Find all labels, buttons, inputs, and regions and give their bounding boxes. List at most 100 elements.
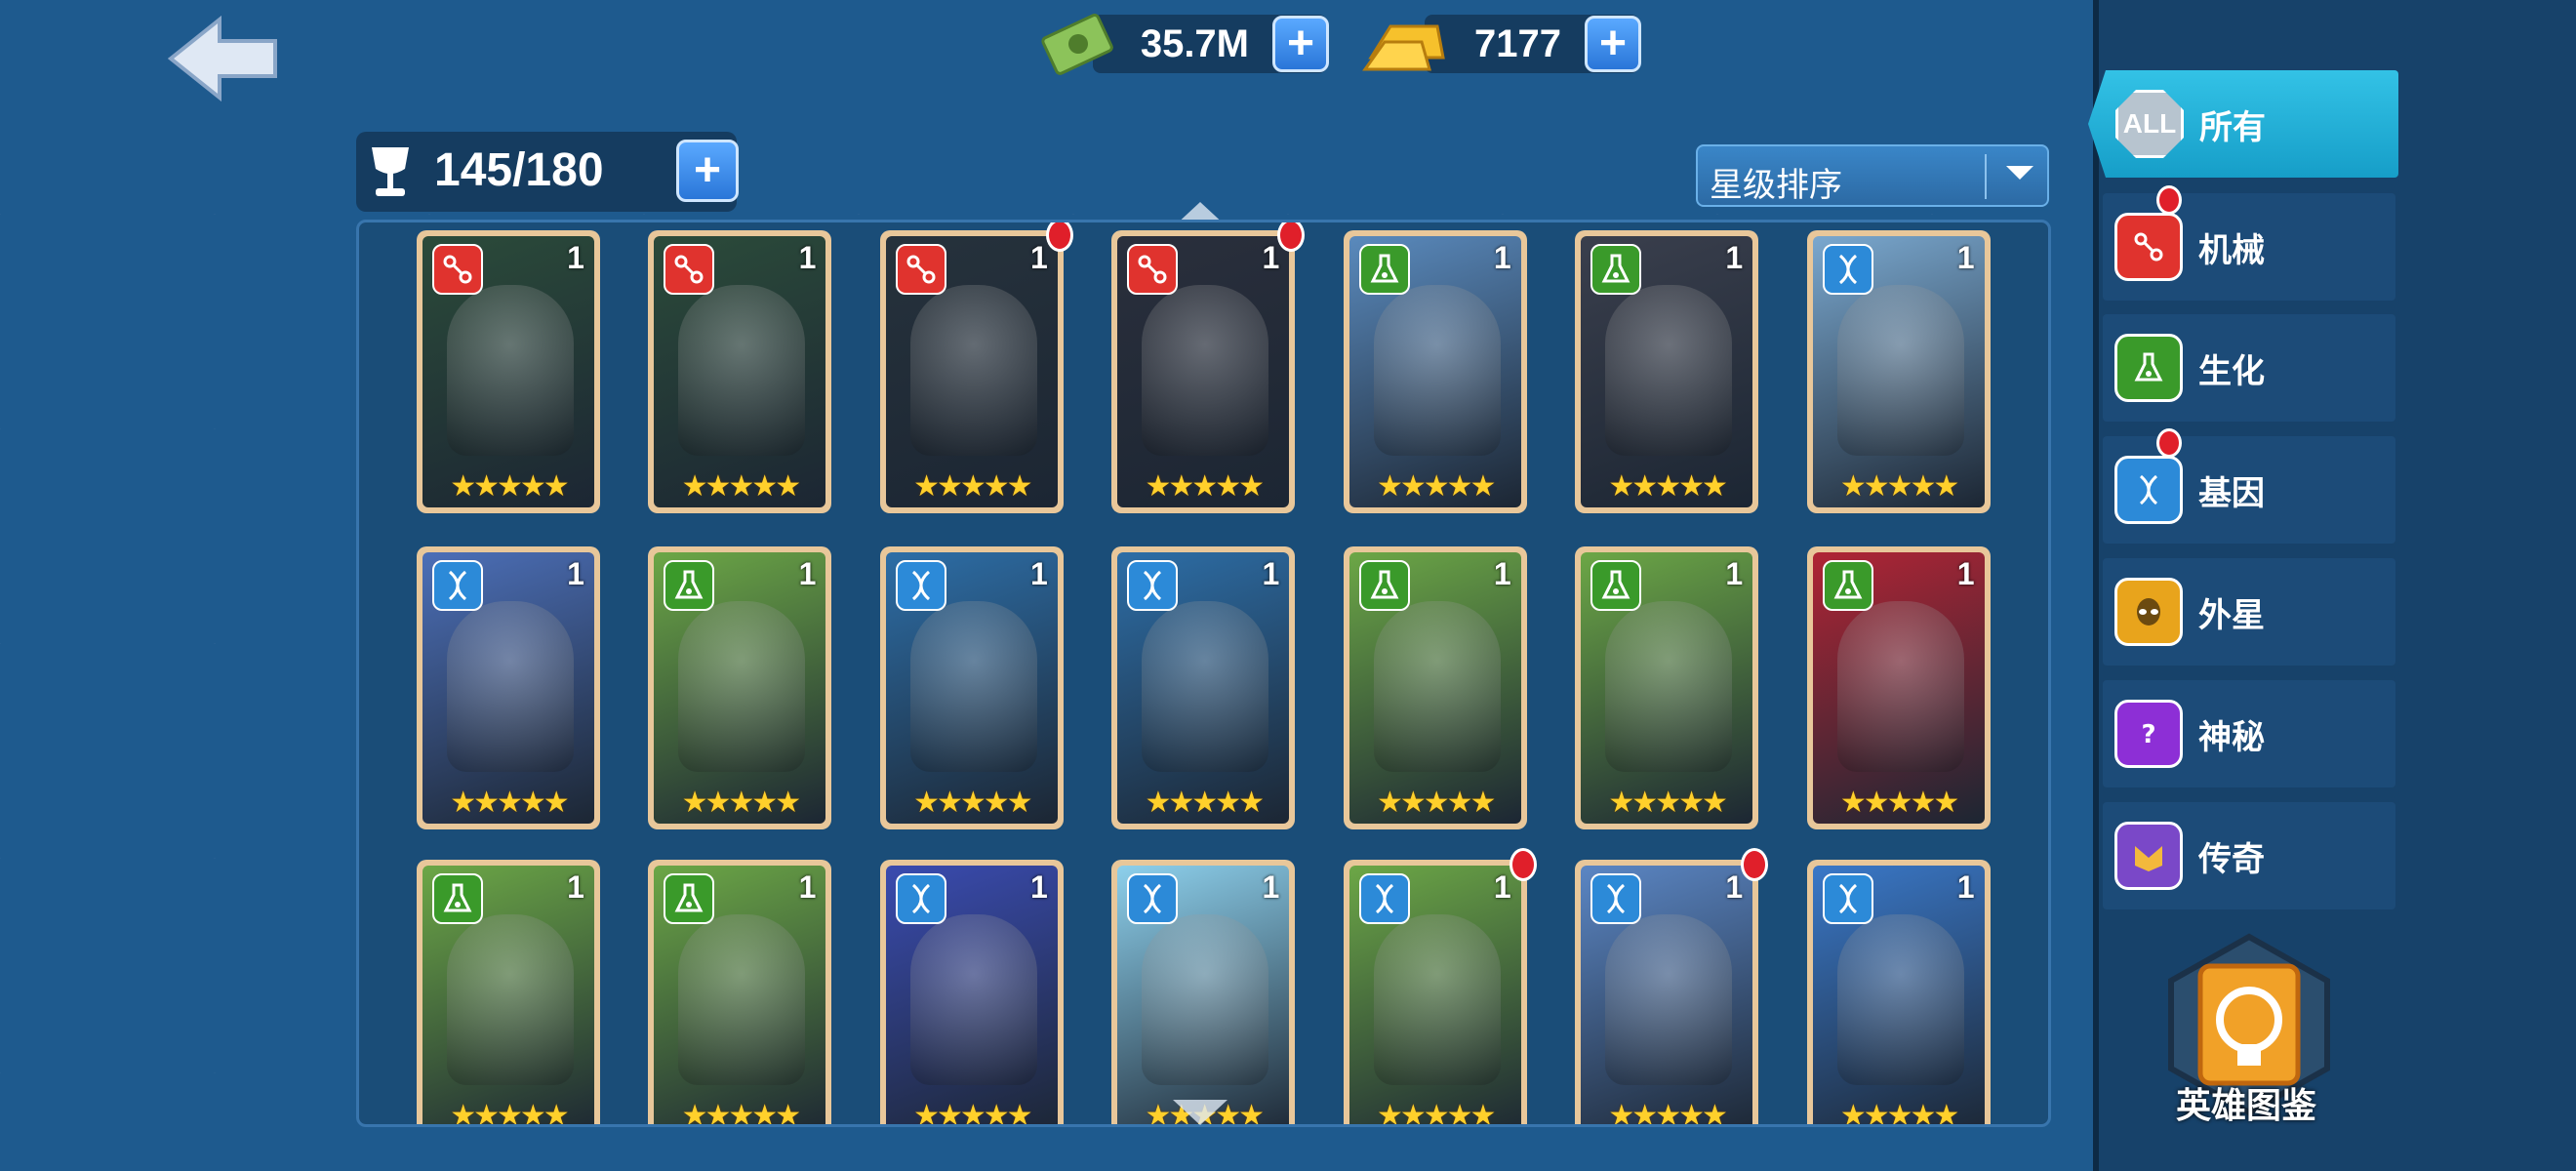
hero-card[interactable]: 1★★★★★ <box>416 230 600 514</box>
hero-stars: ★★★★★ <box>681 786 801 819</box>
hero-portrait <box>909 285 1037 457</box>
category-label: 机械 <box>2198 231 2265 269</box>
capacity-value: 145/180 <box>434 144 604 196</box>
hero-stars: ★★★★★ <box>913 786 1032 819</box>
category-bio[interactable]: 生化 <box>2103 314 2395 422</box>
sort-divider <box>1985 154 1987 199</box>
alert-badge-icon <box>2156 428 2182 458</box>
category-label: 传奇 <box>2198 840 2265 878</box>
hero-card[interactable]: 1 ★★★★★ <box>1343 545 1527 829</box>
hero-card[interactable]: 1★★★★★ <box>648 230 832 514</box>
hero-portrait-frame: 1 ★★★★★ <box>1348 551 1521 824</box>
hero-card[interactable]: 1★★★★★ <box>648 545 832 829</box>
hero-card[interactable]: 1★★★★★ <box>1575 848 1769 1124</box>
sort-dropdown[interactable]: 星级排序 <box>1696 144 2049 207</box>
hero-card[interactable]: 1 ★★★★★ <box>1806 860 1991 1127</box>
hero-portrait <box>1373 914 1501 1086</box>
hero-grid: 1 ★★★★★ 1 ★★★★★ 1 ★★★★★ 1 ★★★★★ 1 ★★★★★ 1 ★★★★★ 1 ★★★… <box>356 220 2051 1127</box>
category-gene[interactable]: 基因 <box>2103 428 2395 544</box>
hero-portrait-frame: 1 ★★★★★ <box>1117 236 1290 508</box>
hero-portrait <box>678 600 806 772</box>
bio-type-icon <box>1822 559 1873 611</box>
hero-level: 1 <box>1262 869 1280 906</box>
bio-type-icon <box>1590 244 1642 296</box>
hero-level: 1 <box>567 240 584 276</box>
hero-card[interactable]: 1★★★★★ <box>1343 848 1537 1124</box>
gene-type-icon <box>1358 873 1410 925</box>
hero-level: 1 <box>1493 555 1511 591</box>
bio-type-icon <box>664 873 715 925</box>
hero-level: 1 <box>1956 555 1975 591</box>
hero-card[interactable]: 1★★★★★ <box>416 545 600 829</box>
hero-level: 1 <box>1262 240 1280 276</box>
hero-card[interactable]: 1 ★★★★★ <box>1806 545 1991 829</box>
hero-card[interactable]: 1★★★★★ <box>1343 230 1527 514</box>
bio-type-icon <box>431 873 483 925</box>
hero-card[interactable]: 1★★★★★ <box>1575 545 1759 829</box>
hero-level: 1 <box>567 869 584 906</box>
hero-portrait-frame: 1 ★★★★★ <box>885 551 1058 824</box>
hero-card[interactable]: 1★★★★★ <box>1806 230 1991 514</box>
scroll-down-icon[interactable] <box>1171 1098 1229 1127</box>
hero-portrait <box>1836 914 1964 1086</box>
hero-portrait-frame: 1 ★★★★★ <box>654 866 826 1124</box>
dna-icon <box>2114 456 2183 524</box>
hero-portrait <box>678 285 806 457</box>
hero-portrait-frame: 1 ★★★★★ <box>1581 551 1753 824</box>
category-mystic[interactable]: ? 神秘 <box>2103 680 2395 787</box>
back-arrow-button[interactable] <box>166 10 283 107</box>
category-label: 基因 <box>2198 474 2265 512</box>
hero-portrait <box>1142 600 1269 772</box>
all-icon: ALL <box>2115 90 2184 158</box>
expand-capacity-button[interactable]: + <box>676 140 739 202</box>
cash-value: 35.7M <box>1140 21 1249 65</box>
bio-type-icon <box>1358 559 1410 611</box>
hero-portrait-frame: 1 ★★★★★ <box>885 866 1058 1124</box>
hero-portrait-frame: 1 ★★★★★ <box>422 866 594 1124</box>
category-label: 外星 <box>2198 596 2265 634</box>
hero-portrait <box>678 914 806 1086</box>
hero-stars: ★★★★★ <box>1376 786 1496 819</box>
hero-card[interactable]: 1 ★★★★★ <box>1111 222 1306 514</box>
hero-level: 1 <box>1030 869 1048 906</box>
hero-portrait-frame: 1 ★★★★★ <box>1348 866 1521 1124</box>
add-gold-button[interactable]: + <box>1585 16 1641 72</box>
category-all[interactable]: ALL 所有 <box>2088 70 2398 178</box>
hero-level: 1 <box>798 869 817 906</box>
hero-card[interactable]: 1★★★★★ <box>416 860 600 1124</box>
hero-stars: ★★★★★ <box>1839 786 1959 819</box>
hero-stars: ★★★★★ <box>1839 1100 1959 1127</box>
hero-level: 1 <box>1956 869 1975 906</box>
cash-counter: 35.7M + <box>1041 14 1329 75</box>
hero-portrait <box>1605 285 1733 457</box>
hero-stars: ★★★★★ <box>1145 786 1265 819</box>
hero-card[interactable]: 1★★★★★ <box>1575 230 1759 514</box>
hero-portrait-frame: 1 ★★★★★ <box>1812 551 1985 824</box>
hero-card[interactable]: 1 ★★★★★ <box>1111 545 1296 829</box>
mystic-icon: ? <box>2114 700 2183 768</box>
alien-icon <box>2114 578 2183 646</box>
hero-portrait <box>1373 285 1501 457</box>
hero-level: 1 <box>1725 869 1744 906</box>
hero-card[interactable]: 1★★★★★ <box>879 860 1064 1124</box>
category-alien[interactable]: 外星 <box>2103 558 2395 666</box>
bio-type-icon <box>1590 559 1642 611</box>
hero-level: 1 <box>798 240 817 276</box>
hero-card[interactable]: 1★★★★★ <box>1111 860 1296 1124</box>
hero-card[interactable]: 1★★★★★ <box>879 222 1073 514</box>
hero-card[interactable]: 1★★★★★ <box>879 545 1064 829</box>
hero-level: 1 <box>1493 869 1511 906</box>
hero-level: 1 <box>1262 555 1280 591</box>
hero-codex-label: 英雄图鉴 <box>2176 1085 2317 1125</box>
category-legend[interactable]: 传奇 <box>2103 802 2395 909</box>
gene-type-icon <box>1127 559 1179 611</box>
add-cash-button[interactable]: + <box>1272 16 1329 72</box>
hero-portrait <box>1142 914 1269 1086</box>
hero-stars: ★★★★★ <box>1145 470 1265 504</box>
hero-card[interactable]: 1★★★★★ <box>648 860 832 1124</box>
gene-type-icon <box>431 559 483 611</box>
mech-type-icon <box>895 244 946 296</box>
hero-stars: ★★★★★ <box>1839 470 1959 504</box>
category-mech[interactable]: 机械 <box>2103 185 2395 301</box>
hero-stars: ★★★★★ <box>450 786 569 819</box>
